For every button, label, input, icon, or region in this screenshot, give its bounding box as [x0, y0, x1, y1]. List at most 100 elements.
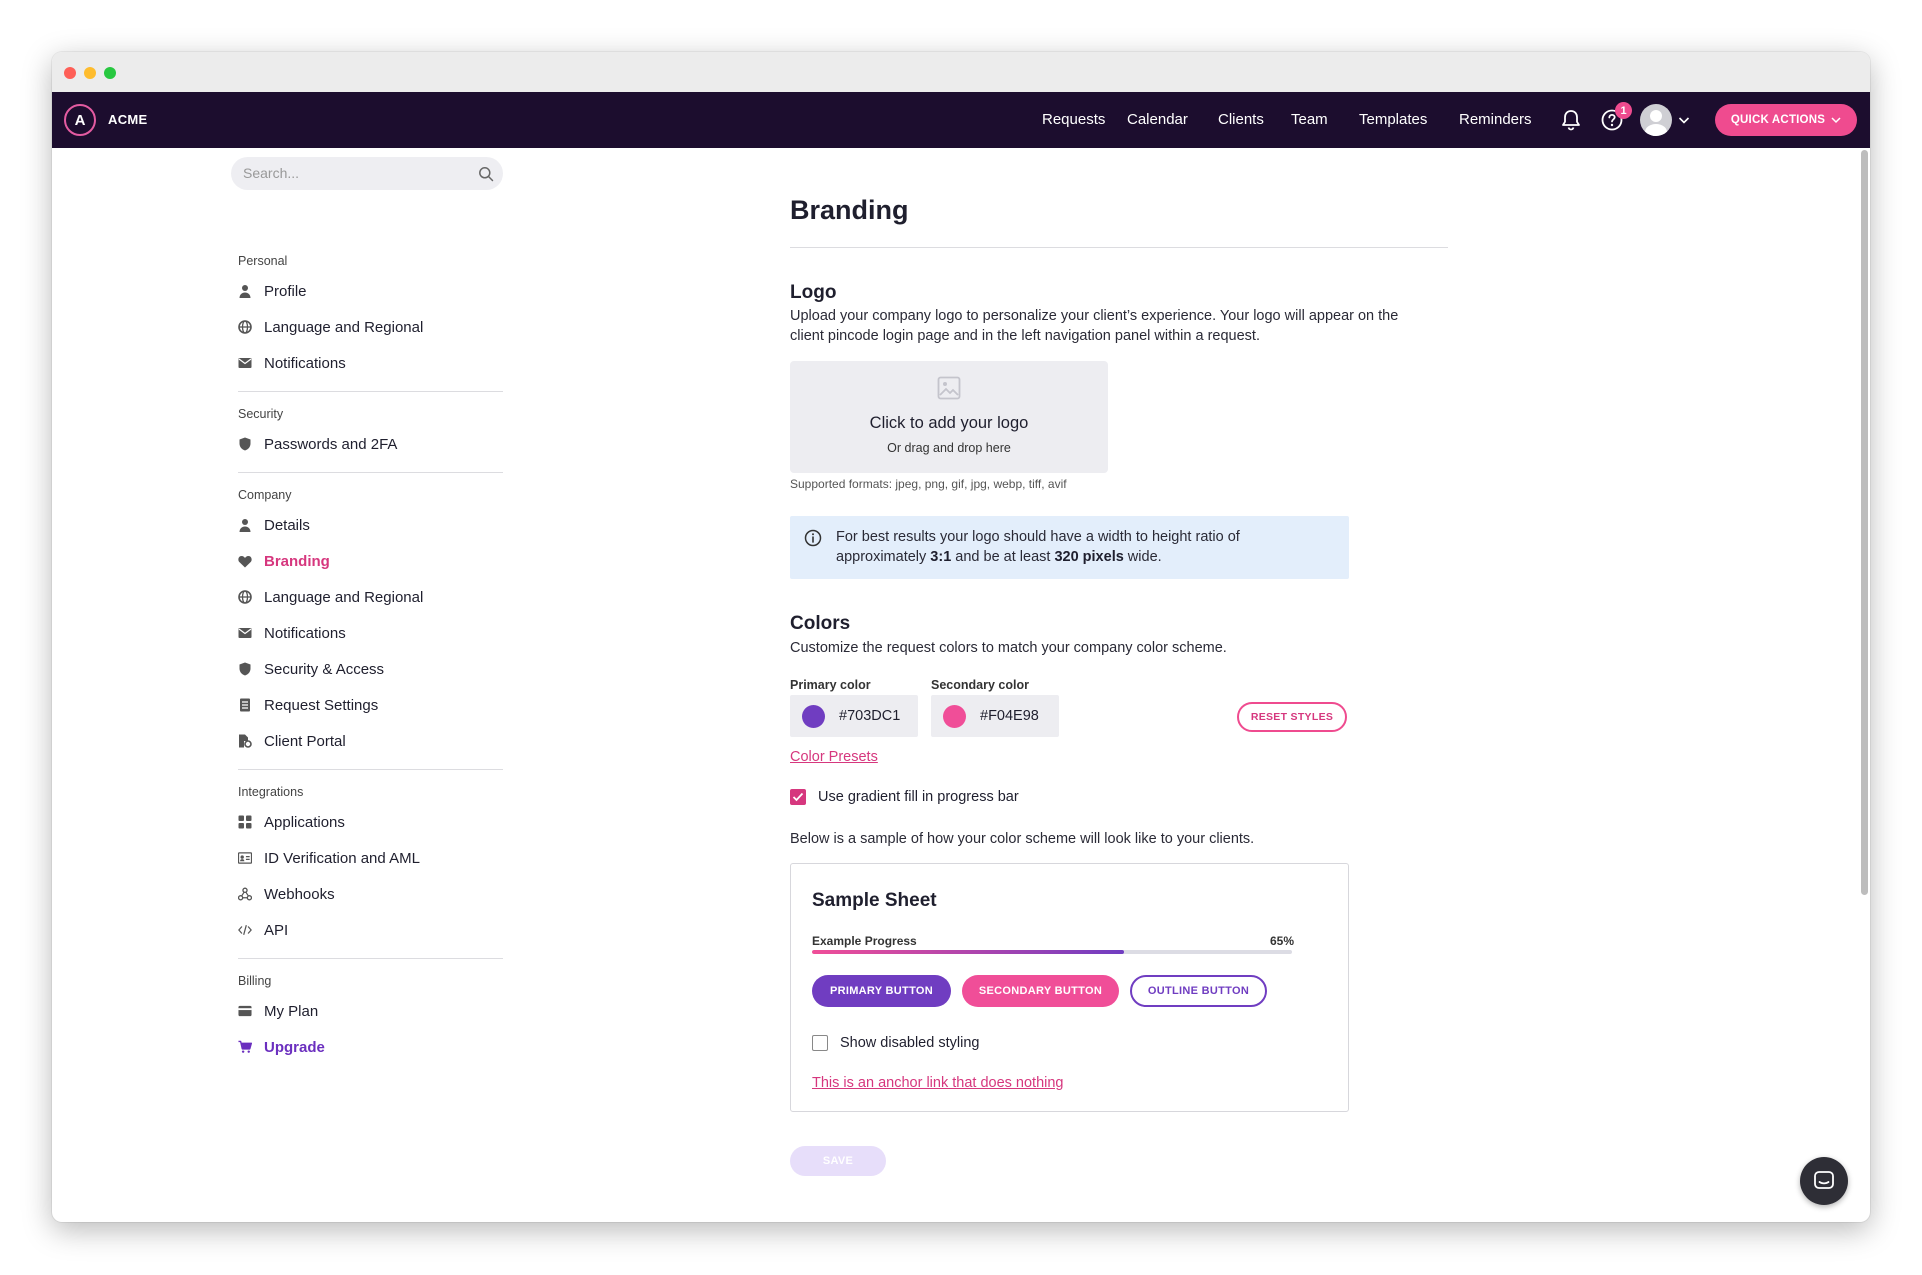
progress-track: [812, 950, 1292, 954]
avatar[interactable]: [1640, 104, 1672, 136]
upload-subtitle: Or drag and drop here: [887, 441, 1011, 455]
sidebar-item-label: Upgrade: [264, 1038, 325, 1056]
sidebar-item-label: Client Portal: [264, 732, 346, 750]
sidebar-item-label: My Plan: [264, 1002, 319, 1020]
save-button[interactable]: SAVE: [790, 1146, 886, 1176]
sidebar-item-label: Passwords and 2FA: [264, 435, 398, 453]
sidebar-item-label: API: [264, 921, 289, 939]
search-input[interactable]: [243, 165, 463, 181]
quick-actions-button[interactable]: QUICK ACTIONS: [1715, 104, 1857, 136]
shield-icon: [238, 437, 252, 451]
chat-launcher-button[interactable]: [1800, 1157, 1848, 1205]
sidebar-item-label: Request Settings: [264, 696, 379, 714]
secondary-color-field[interactable]: #F04E98: [931, 695, 1059, 737]
info-icon: [804, 529, 822, 552]
page-title: Branding: [790, 195, 909, 225]
sample-secondary-button[interactable]: SECONDARY BUTTON: [962, 975, 1119, 1007]
chevron-down-icon[interactable]: [1678, 112, 1690, 130]
sidebar-item-api[interactable]: API: [238, 919, 288, 941]
sidebar-item-label: Applications: [264, 813, 345, 831]
logo-upload-dropzone[interactable]: Click to add your logo Or drag and drop …: [790, 361, 1108, 473]
primary-color-field[interactable]: #703DC1: [790, 695, 918, 737]
info-ratio: 3:1: [930, 549, 952, 565]
sidebar-section-personal: Personal: [238, 254, 288, 268]
sample-anchor-link[interactable]: This is an anchor link that does nothing: [812, 1075, 1063, 1091]
nav-clients[interactable]: Clients: [1218, 111, 1264, 128]
top-navbar: A ACME Requests Calendar Clients Team Te…: [52, 92, 1870, 148]
primary-color-swatch[interactable]: [802, 705, 825, 728]
search-icon[interactable]: [478, 166, 494, 187]
page-scrollbar[interactable]: [1861, 150, 1868, 895]
shopping-cart-icon: [238, 1040, 252, 1054]
sidebar-item-language-company[interactable]: Language and Regional: [238, 586, 423, 608]
webhook-icon: [238, 887, 252, 901]
gradient-checkbox-row[interactable]: Use gradient fill in progress bar: [790, 789, 1019, 805]
sidebar-item-passwords[interactable]: Passwords and 2FA: [238, 433, 397, 455]
credit-card-icon: [238, 1004, 252, 1018]
sidebar-divider: [238, 472, 503, 473]
gradient-checkbox[interactable]: [790, 789, 806, 805]
checkmark-icon: [792, 792, 804, 802]
title-divider: [790, 247, 1448, 248]
sidebar-item-language-personal[interactable]: Language and Regional: [238, 316, 423, 338]
code-icon: [238, 923, 252, 937]
brand-logo[interactable]: A: [64, 104, 96, 136]
info-approx: approximately: [836, 549, 931, 565]
sidebar-item-notifications-personal[interactable]: Notifications: [238, 352, 346, 374]
sample-sheet-title: Sample Sheet: [812, 890, 937, 911]
file-settings-icon: [238, 734, 252, 748]
secondary-color-label: Secondary color: [931, 678, 1029, 692]
sidebar-section-billing: Billing: [238, 974, 272, 988]
globe-icon: [238, 590, 252, 604]
nav-templates[interactable]: Templates: [1359, 111, 1427, 128]
reset-styles-button[interactable]: RESET STYLES: [1237, 702, 1347, 732]
sidebar-item-webhooks[interactable]: Webhooks: [238, 883, 335, 905]
sample-primary-button[interactable]: PRIMARY BUTTON: [812, 975, 951, 1007]
sample-intro: Below is a sample of how your color sche…: [790, 831, 1255, 847]
nav-requests[interactable]: Requests: [1042, 111, 1105, 128]
sidebar-item-label: Language and Regional: [264, 588, 424, 606]
envelope-icon: [238, 626, 252, 640]
sidebar-item-upgrade[interactable]: Upgrade: [238, 1036, 325, 1058]
secondary-color-swatch[interactable]: [943, 705, 966, 728]
sidebar-item-security-access[interactable]: Security & Access: [238, 658, 384, 680]
sidebar-item-label: Language and Regional: [264, 318, 424, 336]
shield-icon: [238, 662, 252, 676]
logo-description-line1: Upload your company logo to personalize …: [790, 308, 1399, 324]
info-text-line1: For best results your logo should have a…: [836, 529, 1240, 545]
color-presets-link[interactable]: Color Presets: [790, 749, 878, 765]
maximize-window-button[interactable]: [104, 67, 116, 79]
bell-icon[interactable]: [1560, 108, 1582, 137]
chat-icon: [1814, 1171, 1834, 1189]
brand-name[interactable]: ACME: [108, 112, 147, 127]
disabled-styling-row[interactable]: Show disabled styling: [812, 1035, 979, 1051]
info-pixels: 320 pixels: [1054, 549, 1124, 565]
sidebar-item-notifications-company[interactable]: Notifications: [238, 622, 346, 644]
nav-team[interactable]: Team: [1291, 111, 1328, 128]
minimize-window-button[interactable]: [84, 67, 96, 79]
nav-reminders[interactable]: Reminders: [1459, 111, 1532, 128]
quick-actions-label: QUICK ACTIONS: [1730, 114, 1826, 126]
info-text: For best results your logo should have a…: [836, 527, 1336, 567]
grid-icon: [238, 815, 252, 829]
disabled-styling-label: Show disabled styling: [840, 1035, 980, 1051]
colors-description: Customize the request colors to match yo…: [790, 640, 1227, 656]
sidebar-section-integrations: Integrations: [238, 785, 304, 799]
sidebar-item-request-settings[interactable]: Request Settings: [238, 694, 378, 716]
sidebar-item-my-plan[interactable]: My Plan: [238, 1000, 318, 1022]
nav-calendar[interactable]: Calendar: [1127, 111, 1188, 128]
sidebar-item-client-portal[interactable]: Client Portal: [238, 730, 346, 752]
window-titlebar: [52, 52, 1870, 92]
sidebar-item-branding[interactable]: Branding: [238, 550, 330, 572]
sample-outline-button[interactable]: OUTLINE BUTTON: [1130, 975, 1267, 1007]
sidebar-item-id-verification[interactable]: ID Verification and AML: [238, 847, 420, 869]
globe-icon: [238, 320, 252, 334]
disabled-styling-checkbox[interactable]: [812, 1035, 828, 1051]
sidebar-item-details[interactable]: Details: [238, 514, 310, 536]
close-window-button[interactable]: [64, 67, 76, 79]
progress-percent: 65%: [1270, 934, 1295, 948]
colors-heading: Colors: [790, 613, 851, 634]
sidebar-divider: [238, 391, 503, 392]
sidebar-item-applications[interactable]: Applications: [238, 811, 345, 833]
sidebar-item-profile[interactable]: Profile: [238, 280, 307, 302]
